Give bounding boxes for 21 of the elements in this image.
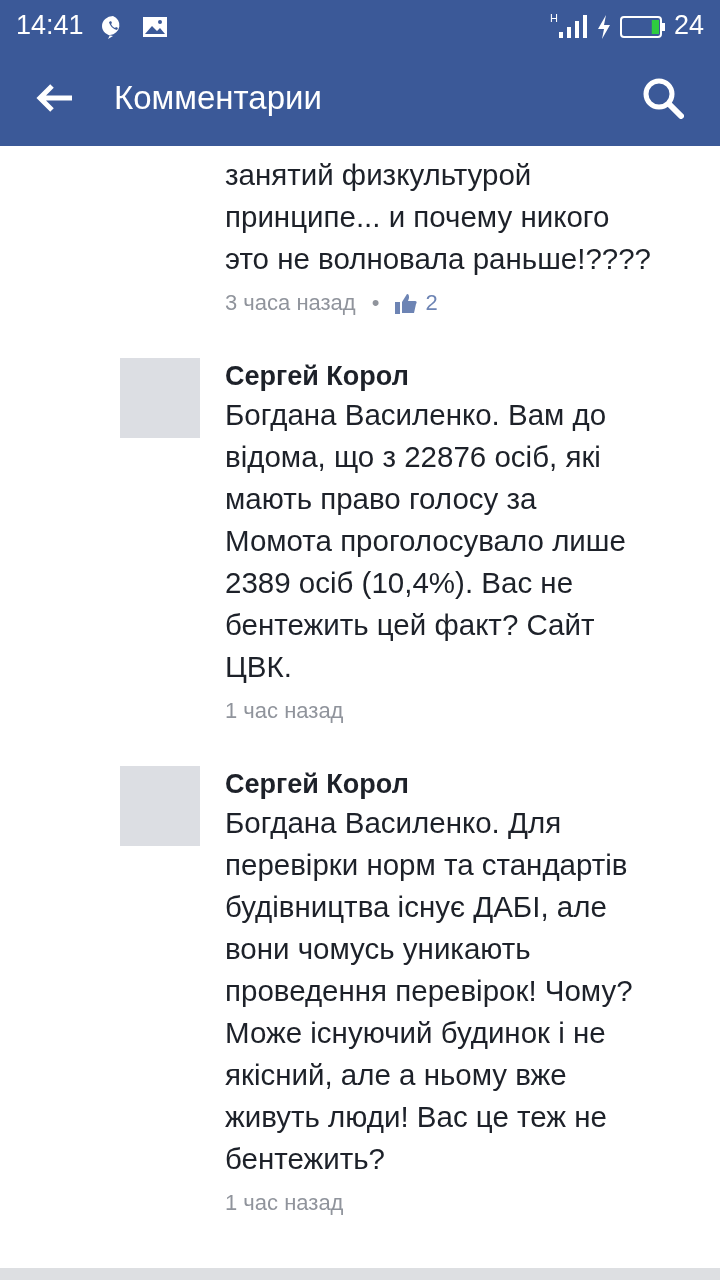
battery-level: 24 bbox=[673, 8, 704, 42]
comment-author[interactable]: Сергей Корол bbox=[225, 766, 409, 802]
comment-text: Богдана Василенко. Вам до відома, що з 22876 осіб, які мають право голосу за Момота проголосувало лише 2389 осіб (10,4%). Вас не бентежить цей факт? Сайт ЦВК. bbox=[225, 397, 626, 685]
comment-text: Богдана Василенко. Для перевірки норм та стандартів будівництва існує ДАБІ, але вони чомусь уникають проведення перевірок! Чому? Може існуючий будинок і не якісний, але а ньому вже живуть люди! Вас це теж не бентежить? bbox=[225, 805, 633, 1177]
comment-time: 3 часа назад bbox=[225, 289, 356, 317]
image-icon bbox=[141, 15, 168, 38]
thumbs-up-icon bbox=[395, 294, 418, 315]
status-time: 14:41 bbox=[16, 8, 84, 42]
separator-dot: • bbox=[371, 289, 380, 317]
back-button[interactable] bbox=[36, 83, 74, 113]
like-count: 2 bbox=[425, 289, 438, 317]
battery-icon bbox=[619, 14, 666, 39]
comment-time: 1 час назад bbox=[225, 1189, 344, 1217]
signal-icon bbox=[557, 12, 588, 38]
screen-title: Комментарии bbox=[114, 78, 323, 119]
charging-icon bbox=[595, 13, 612, 40]
comment-time: 1 час назад bbox=[225, 697, 344, 725]
comment-author[interactable]: Сергей Корол bbox=[225, 358, 409, 394]
search-button[interactable] bbox=[642, 77, 684, 119]
network-type: H bbox=[550, 12, 558, 24]
comment-text: занятий физкультурой принципе... и почему никого это не волновала раньше!???? bbox=[225, 157, 652, 277]
